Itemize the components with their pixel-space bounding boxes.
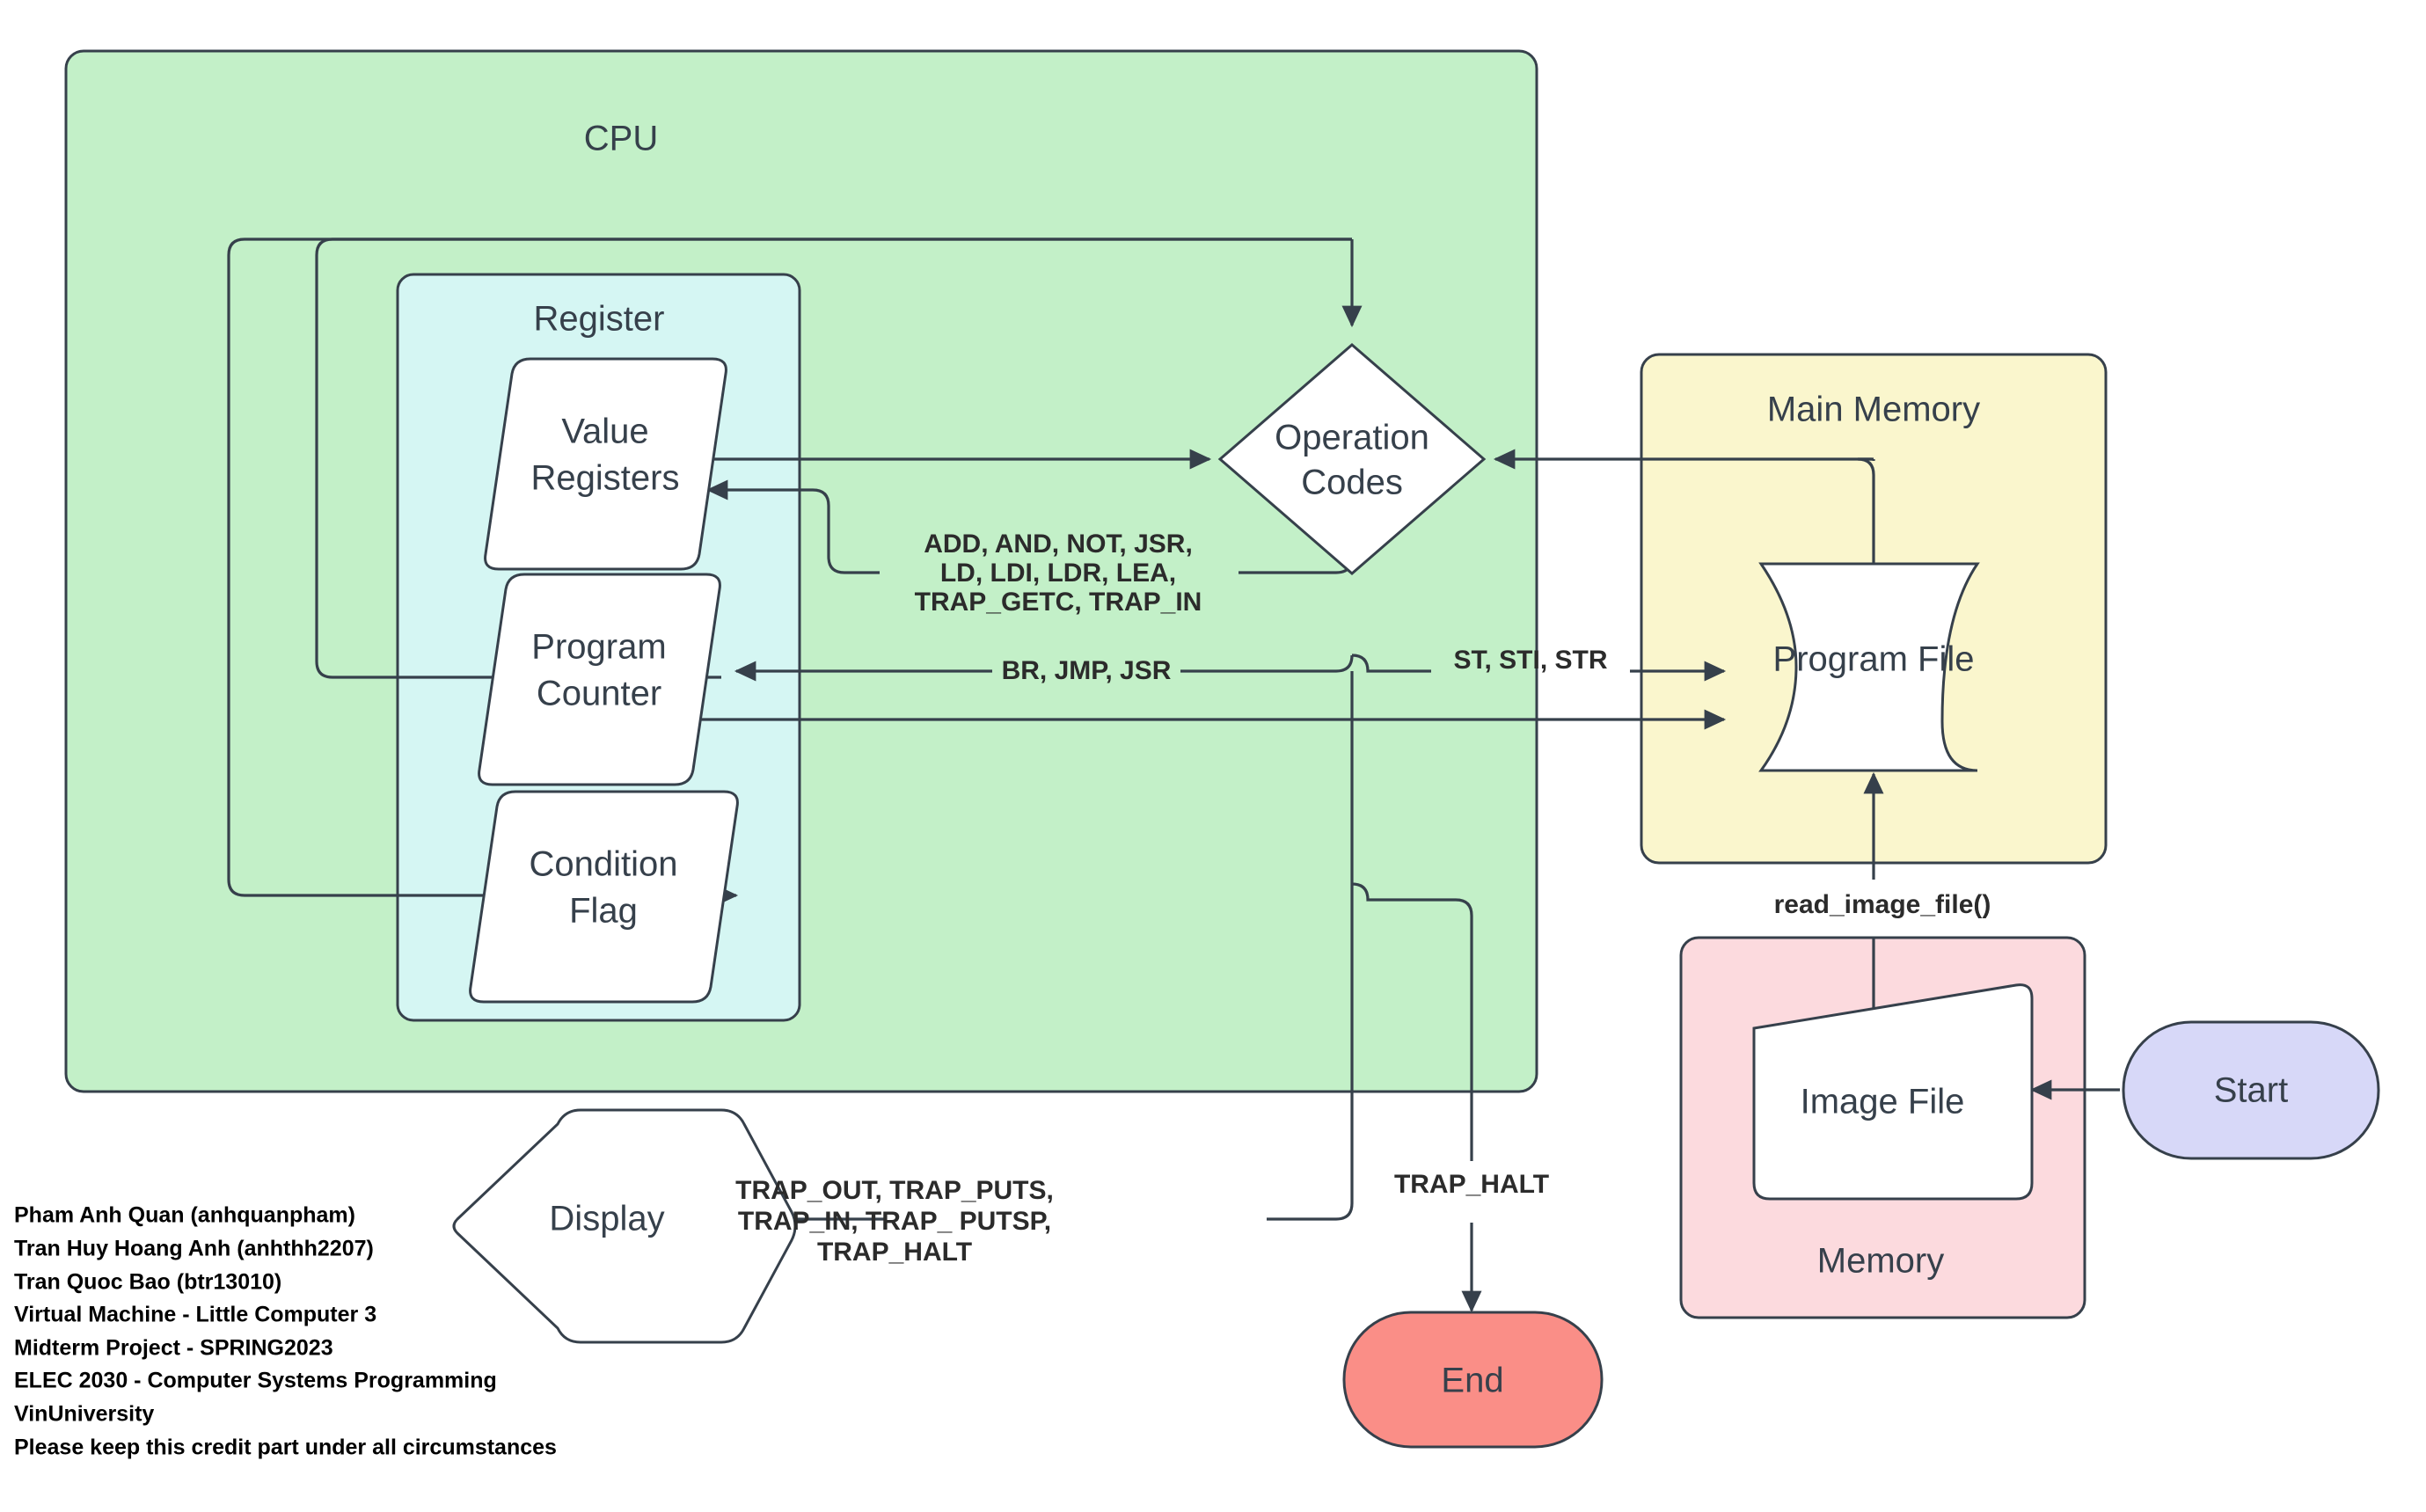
alu-ops-line3: TRAP_GETC, TRAP_IN bbox=[915, 588, 1202, 617]
trap-out-line1: TRAP_OUT, TRAP_PUTS, bbox=[735, 1176, 1054, 1205]
diagram-canvas: CPU Register Main Memory Memory Value Re… bbox=[0, 0, 2426, 1512]
node-value-registers: Value Registers bbox=[484, 357, 727, 571]
trap-out-line2: TRAP_IN, TRAP_ PUTSP, bbox=[738, 1207, 1051, 1236]
branch-ops-label: BR, JMP, JSR bbox=[1002, 656, 1172, 685]
flow-diagram: CPU Register Main Memory Memory Value Re… bbox=[14, 49, 2380, 1460]
credit-line-5: ELEC 2030 - Computer Systems Programming bbox=[14, 1369, 497, 1393]
value-registers-label-line1: Value bbox=[561, 413, 648, 451]
operation-codes-label-line2: Codes bbox=[1301, 464, 1403, 502]
credit-line-0: Pham Anh Quan (anhquanpham) bbox=[14, 1203, 355, 1228]
credit-line-6: VinUniversity bbox=[14, 1402, 154, 1427]
node-program-counter: Program Counter bbox=[478, 573, 721, 786]
memory-label: Memory bbox=[1817, 1242, 1944, 1281]
value-registers-label-line2: Registers bbox=[531, 459, 680, 498]
image-file-label: Image File bbox=[1801, 1083, 1965, 1121]
register-label: Register bbox=[534, 300, 665, 339]
credit-line-1: Tran Huy Hoang Anh (anhthh2207) bbox=[14, 1237, 374, 1261]
alu-ops-line1: ADD, AND, NOT, JSR, bbox=[924, 530, 1193, 559]
program-counter-label-line2: Counter bbox=[537, 675, 661, 713]
store-ops-label: ST, STI, STR bbox=[1453, 646, 1607, 675]
node-start[interactable]: Start bbox=[2122, 1020, 2380, 1160]
node-end[interactable]: End bbox=[1342, 1311, 1604, 1449]
credit-line-2: Tran Quoc Bao (btr13010) bbox=[14, 1270, 281, 1295]
cpu-label: CPU bbox=[584, 120, 658, 158]
program-file-label: Program File bbox=[1773, 640, 1975, 679]
program-counter-label-line1: Program bbox=[531, 628, 666, 667]
read-image-file-label: read_image_file() bbox=[1774, 890, 1991, 919]
credit-line-7: Please keep this credit part under all c… bbox=[14, 1435, 557, 1460]
trap-out-line3: TRAP_HALT bbox=[817, 1238, 972, 1267]
main-memory-label: Main Memory bbox=[1767, 391, 1980, 429]
end-label: End bbox=[1441, 1362, 1503, 1400]
condition-flag-label-line2: Flag bbox=[569, 892, 638, 931]
display-label: Display bbox=[549, 1200, 664, 1238]
alu-ops-line2: LD, LDI, LDR, LEA, bbox=[940, 559, 1176, 588]
trap-halt-label: TRAP_HALT bbox=[1394, 1170, 1549, 1199]
credit-line-4: Midterm Project - SPRING2023 bbox=[14, 1336, 333, 1361]
credit-line-3: Virtual Machine - Little Computer 3 bbox=[14, 1303, 376, 1327]
condition-flag-label-line1: Condition bbox=[529, 845, 677, 884]
node-condition-flag: Condition Flag bbox=[469, 790, 739, 1004]
start-label: Start bbox=[2214, 1071, 2288, 1110]
node-program-file: Program File bbox=[1758, 562, 1980, 772]
edge-label-alu-ops: ADD, AND, NOT, JSR, LD, LDI, LDR, LEA, T… bbox=[915, 530, 1202, 617]
operation-codes-label-line1: Operation bbox=[1275, 419, 1429, 457]
